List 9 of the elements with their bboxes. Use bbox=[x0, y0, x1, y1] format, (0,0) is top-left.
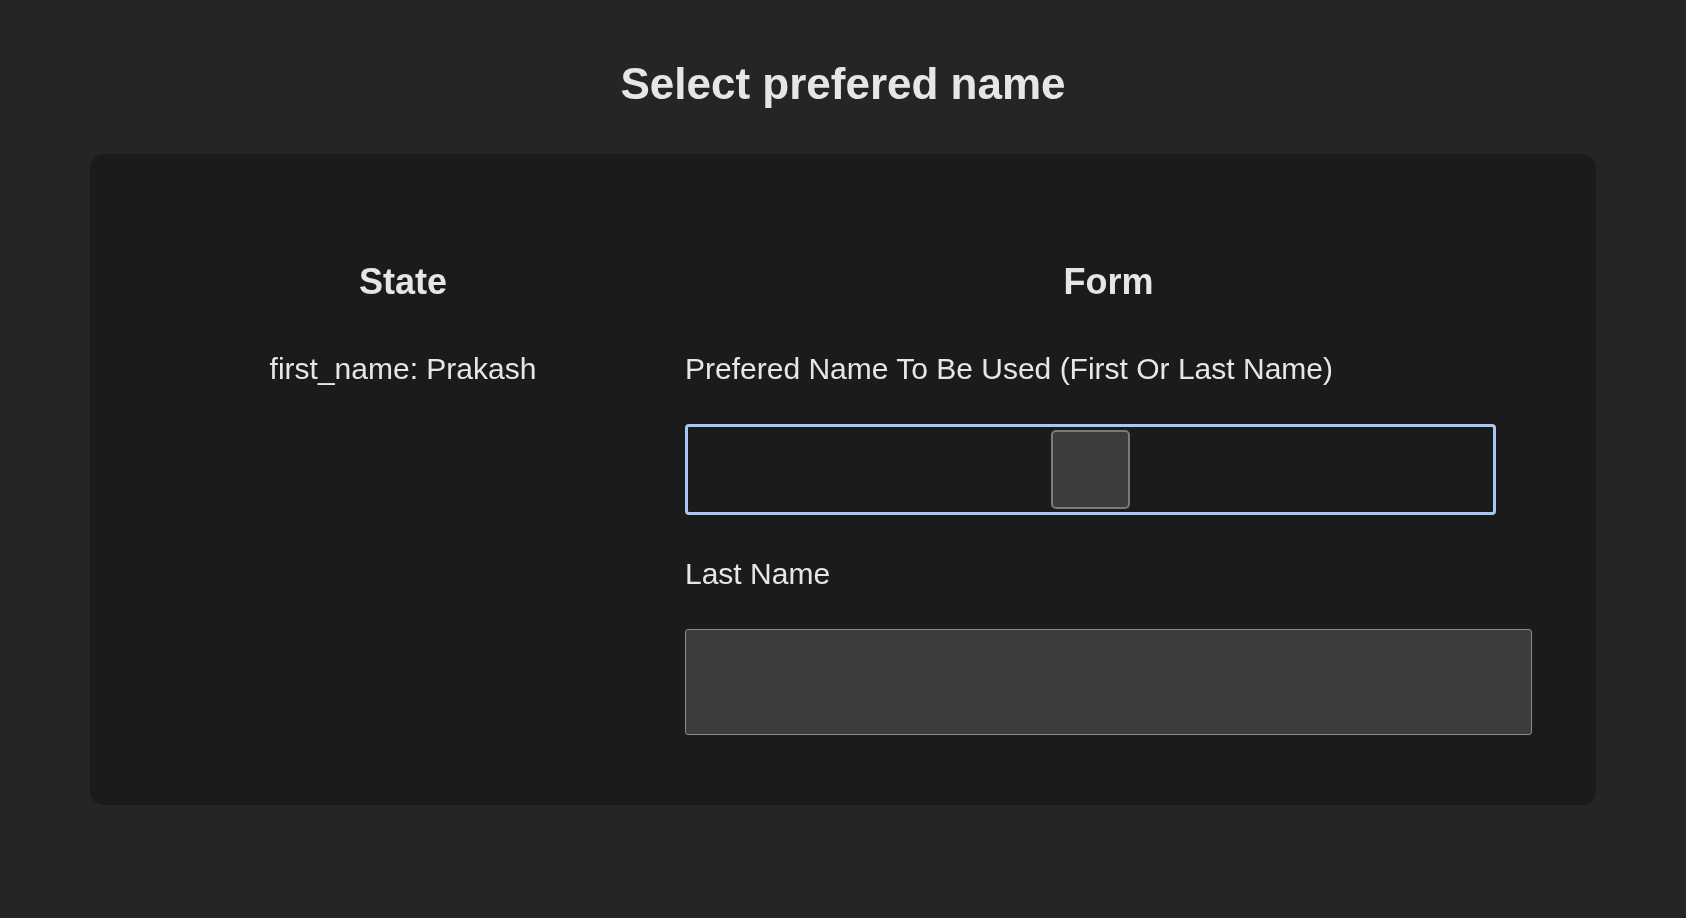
page-title: Select prefered name bbox=[620, 62, 1066, 106]
dropdown-box[interactable] bbox=[1051, 430, 1130, 509]
state-entry: first_name: Prakash bbox=[269, 354, 537, 384]
column-heading: Form bbox=[1062, 264, 1155, 300]
input-field[interactable] bbox=[685, 629, 1532, 735]
field-label: Prefered Name To Be Used (First Or Last Name) bbox=[685, 354, 1333, 384]
select-field[interactable] bbox=[685, 424, 1496, 515]
column-heading: State bbox=[359, 264, 447, 300]
field-label: Last Name bbox=[685, 559, 831, 589]
